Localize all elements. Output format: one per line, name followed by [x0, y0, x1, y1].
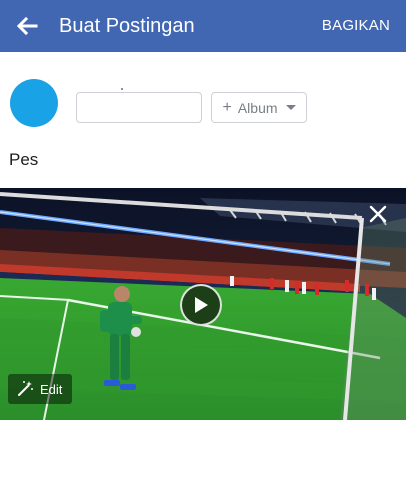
arrow-left-icon [16, 16, 38, 36]
play-icon [195, 297, 208, 313]
caret-down-icon [285, 105, 296, 110]
page-title: Buat Postingan [59, 15, 195, 37]
post-text-input[interactable]: Pes [9, 150, 38, 170]
edit-media-button[interactable]: Edit [8, 374, 72, 404]
username-placeholder [121, 88, 123, 90]
play-button[interactable] [180, 284, 222, 326]
avatar [10, 79, 58, 127]
magic-wand-icon [18, 381, 33, 396]
album-label: Album [237, 99, 278, 116]
back-button[interactable] [12, 12, 42, 40]
close-icon [369, 205, 387, 223]
album-button[interactable]: + Album [211, 92, 307, 123]
top-bar: Buat Postingan BAGIKAN [0, 0, 406, 52]
plus-icon: + [222, 98, 232, 116]
edit-label: Edit [40, 381, 63, 397]
remove-media-button[interactable] [368, 204, 388, 224]
video-preview: Edit [0, 188, 406, 420]
share-button[interactable]: BAGIKAN [322, 17, 390, 35]
create-post-screen: Buat Postingan BAGIKAN + Album Pes Edit [0, 0, 406, 502]
privacy-selector[interactable] [76, 92, 202, 123]
